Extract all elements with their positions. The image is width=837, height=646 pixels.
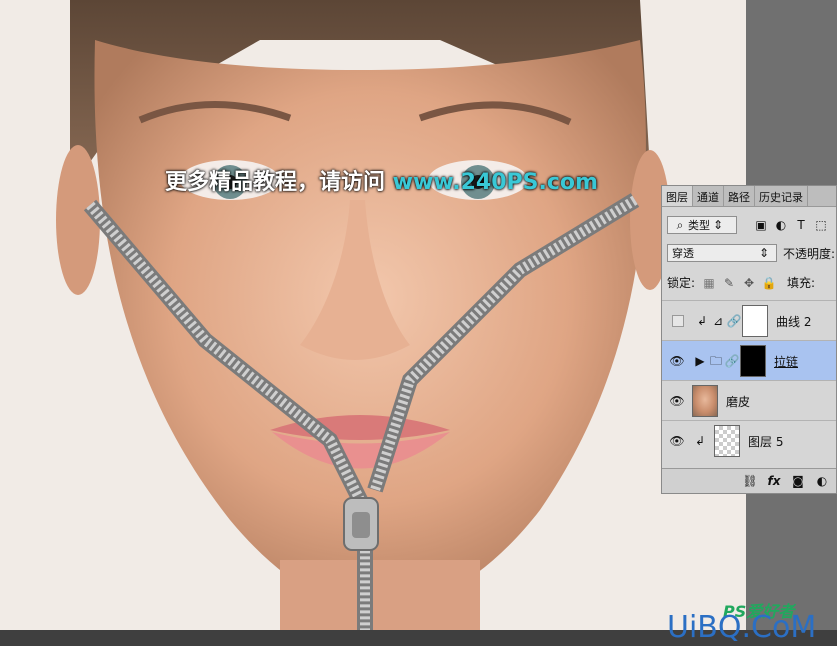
blend-mode-value: 穿透 — [672, 247, 694, 260]
layer-name[interactable]: 图层 5 — [748, 433, 783, 450]
layer-mask-thumbnail[interactable] — [740, 345, 766, 377]
type-filter-icon[interactable]: T — [793, 217, 809, 233]
folder-icon: 🗀 — [709, 354, 722, 368]
layer-row-curves[interactable]: ↲ ⊿ 🔗 曲线 2 — [662, 300, 836, 341]
layer-row-zipper[interactable]: 👁 ▶ 🗀 🔗 拉链 — [662, 340, 836, 381]
eye-icon[interactable]: 👁 — [662, 394, 692, 408]
lock-paint-icon[interactable]: ✎ — [721, 275, 737, 291]
clip-arrow-icon: ↲ — [694, 434, 706, 448]
panel-bottom-toolbar: ⛓ fx ◙ ◐ — [662, 468, 836, 493]
logo-uibq-text: UiBQ.CoM — [667, 610, 817, 645]
search-icon: ⌕ — [676, 218, 684, 232]
clip-arrow-icon: ↲ — [696, 314, 708, 328]
opacity-label: 不透明度: — [783, 246, 836, 261]
blend-row: 穿透 ⇕ 不透明度: — [667, 244, 836, 262]
filter-type-value: 类型 — [688, 219, 710, 232]
layer-row-skin[interactable]: 👁 磨皮 — [662, 380, 836, 421]
adjustment-filter-icon[interactable]: ◐ — [773, 217, 789, 233]
link-icon[interactable]: 🔗 — [724, 353, 740, 369]
lock-all-icon[interactable]: 🔒 — [761, 275, 777, 291]
panel-tabs: 图层 通道 路径 历史记录 — [662, 186, 836, 207]
layer-name[interactable]: 磨皮 — [726, 393, 750, 410]
layer-name[interactable]: 拉链 — [774, 353, 798, 370]
tab-history[interactable]: 历史记录 — [755, 186, 808, 206]
blend-mode-select[interactable]: 穿透 ⇕ — [667, 244, 777, 262]
filter-type-select[interactable]: ⌕ 类型 ⇕ — [667, 216, 737, 234]
lock-move-icon[interactable]: ✥ — [741, 275, 757, 291]
visibility-toggle[interactable] — [672, 315, 684, 327]
link-icon[interactable]: 🔗 — [726, 313, 742, 329]
watermark-url: www.240PS.com — [392, 170, 598, 195]
curves-adjustment-icon: ⊿ — [712, 314, 724, 328]
layers-panel: 图层 通道 路径 历史记录 ⌕ 类型 ⇕ ▣ ◐ T ⬚ 穿透 ⇕ 不透明度: … — [661, 185, 837, 494]
lock-row: 锁定: ▦ ✎ ✥ 🔒 填充: — [667, 274, 836, 291]
layer-mask-thumbnail[interactable] — [742, 305, 768, 337]
fill-label: 填充: — [787, 276, 816, 290]
lock-transparent-icon[interactable]: ▦ — [701, 275, 717, 291]
watermark-cn-text: 更多精品教程，请访问 — [165, 170, 393, 195]
layer-name[interactable]: 曲线 2 — [776, 313, 811, 330]
tab-paths[interactable]: 路径 — [724, 186, 755, 206]
document-canvas[interactable]: 更多精品教程，请访问 www.240PS.com — [0, 0, 746, 646]
shape-filter-icon[interactable]: ⬚ — [813, 217, 829, 233]
eye-icon[interactable]: 👁 — [662, 434, 692, 448]
updown-icon: ⇕ — [758, 246, 770, 260]
tutorial-watermark: 更多精品教程，请访问 www.240PS.com — [165, 164, 598, 196]
updown-icon: ⇕ — [712, 218, 724, 232]
pixel-filter-icon[interactable]: ▣ — [753, 217, 769, 233]
layer-row-layer5[interactable]: 👁 ↲ 图层 5 — [662, 420, 836, 461]
tab-channels[interactable]: 通道 — [693, 186, 724, 206]
photo-illustration — [0, 0, 746, 646]
expand-arrow-icon[interactable]: ▶ — [692, 353, 708, 369]
fx-icon[interactable]: fx — [766, 473, 782, 489]
site-logo: PS爱好者 UiBQ.CoM — [663, 596, 833, 646]
adjustment-layer-icon[interactable]: ◐ — [814, 473, 830, 489]
layer-thumbnail[interactable] — [692, 385, 718, 417]
lock-label: 锁定: — [667, 276, 696, 290]
link-layers-icon[interactable]: ⛓ — [742, 473, 758, 489]
add-mask-icon[interactable]: ◙ — [790, 473, 806, 489]
eye-icon[interactable]: 👁 — [662, 354, 692, 368]
layer-thumbnail[interactable] — [714, 425, 740, 457]
tab-layers[interactable]: 图层 — [662, 186, 693, 206]
filter-row: ⌕ 类型 ⇕ ▣ ◐ T ⬚ — [667, 216, 836, 234]
